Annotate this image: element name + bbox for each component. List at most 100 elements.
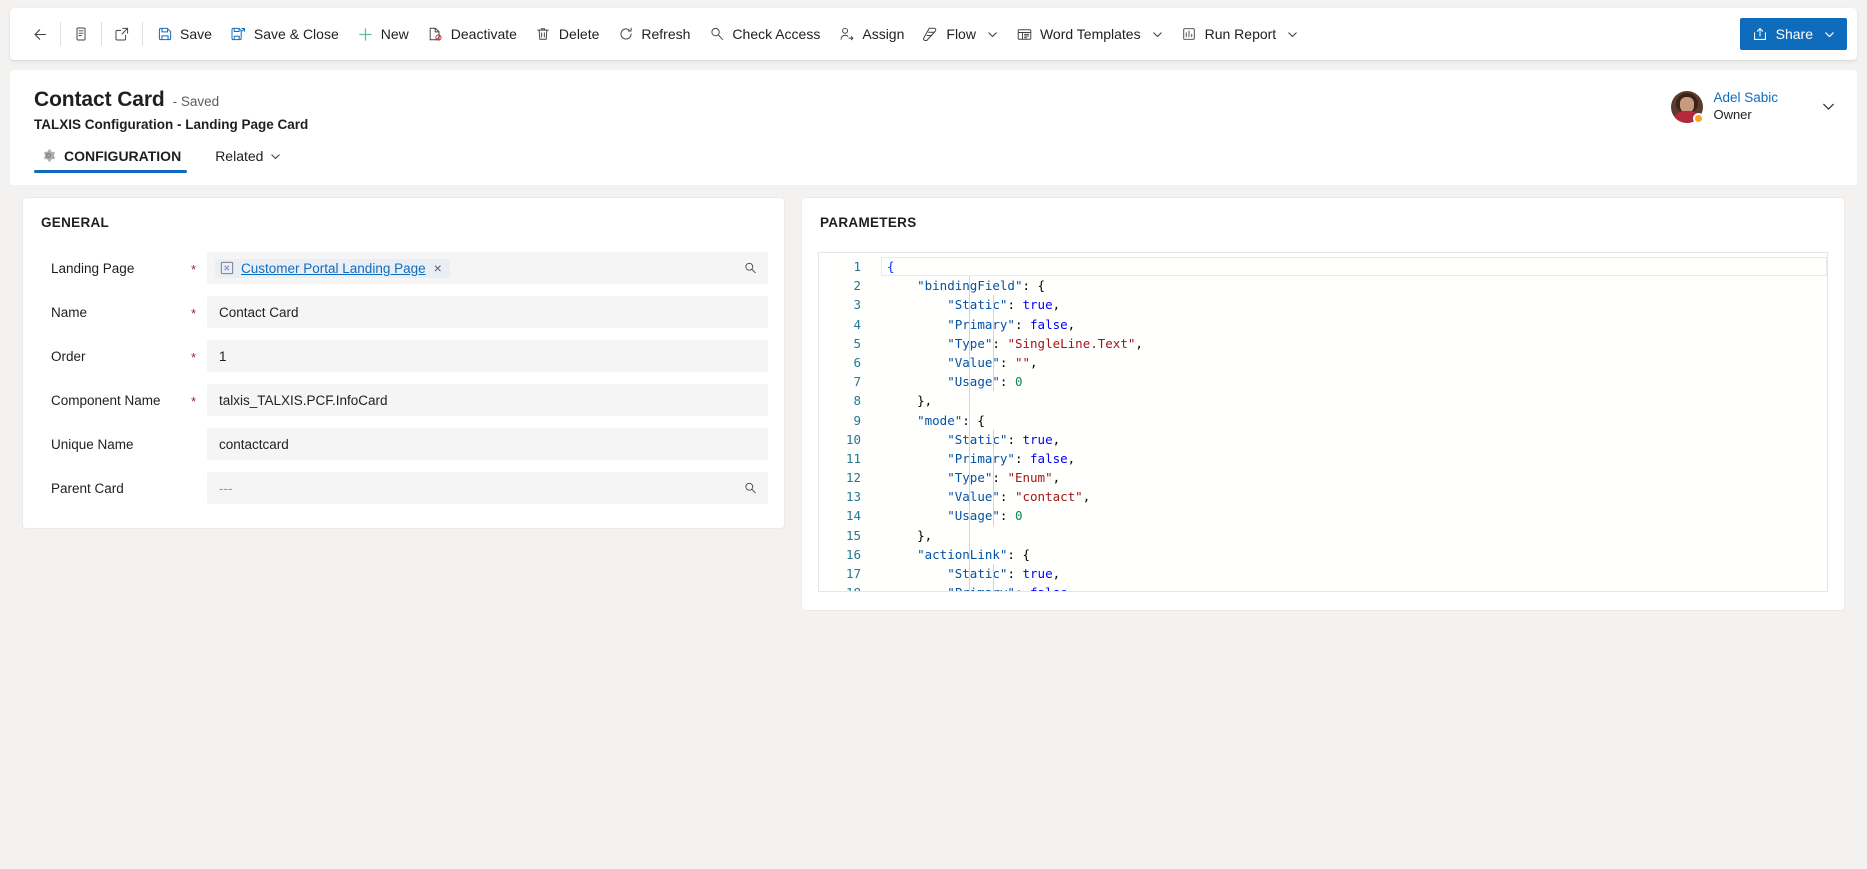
lookup-chip[interactable]: Customer Portal Landing Page × [215, 258, 450, 278]
back-button[interactable] [24, 18, 56, 50]
flow-button[interactable]: Flow [913, 16, 1007, 52]
name-input[interactable]: Contact Card [207, 296, 768, 328]
unique-name-input[interactable]: contactcard [207, 428, 768, 460]
assign-button[interactable]: Assign [829, 16, 913, 52]
save-and-close-button[interactable]: Save & Close [221, 16, 348, 52]
popout-button[interactable] [106, 18, 138, 50]
code-token: : [1007, 566, 1023, 581]
code-line[interactable]: 3 "Static": true, [819, 295, 1827, 315]
word-templates-icon [1016, 26, 1033, 43]
code-line[interactable]: 1{ [819, 257, 1827, 276]
indent-guide [993, 506, 994, 526]
deactivate-button[interactable]: Deactivate [418, 16, 526, 52]
parent-card-lookup[interactable]: --- [207, 472, 768, 504]
code-line[interactable]: 6 "Value": "", [819, 352, 1827, 373]
indent-guide [969, 487, 970, 507]
code-line[interactable]: 2 "bindingField": { [819, 276, 1827, 296]
word-templates-button[interactable]: Word Templates [1007, 16, 1172, 52]
code-text: }, [881, 525, 1827, 545]
save-button[interactable]: Save [147, 16, 221, 52]
run-report-label: Run Report [1204, 26, 1277, 42]
json-code-editor[interactable]: 1{2 "bindingField": {3 "Static": true,4 … [818, 252, 1828, 592]
indent-guide [993, 583, 994, 591]
order-input[interactable]: 1 [207, 340, 768, 372]
code-text: "Value": "contact", [881, 487, 1827, 507]
code-text: "Usage": 0 [881, 506, 1827, 526]
new-button[interactable]: New [348, 16, 418, 52]
unique-name-value: contactcard [219, 436, 289, 452]
gear-icon [40, 147, 57, 164]
remove-lookup-icon[interactable]: × [433, 261, 443, 275]
code-token: , [1082, 489, 1091, 505]
indent-guide [993, 352, 994, 373]
line-number: 17 [845, 566, 861, 581]
tab-related[interactable]: Related [209, 147, 287, 173]
field-label: Order [51, 348, 86, 364]
share-button[interactable]: Share [1739, 18, 1847, 50]
chevron-down-icon[interactable] [1822, 100, 1835, 113]
code-token: : [1014, 450, 1031, 466]
code-line[interactable]: 13 "Value": "contact", [819, 487, 1827, 507]
code-text: "Primary": false, [881, 448, 1827, 469]
code-line[interactable]: 15 }, [819, 525, 1827, 545]
code-line[interactable]: 7 "Usage": 0 [819, 372, 1827, 392]
code-line[interactable]: 14 "Usage": 0 [819, 506, 1827, 526]
code-line[interactable]: 9 "mode": { [819, 410, 1827, 430]
field-label: Landing Page [51, 260, 135, 276]
check-access-button[interactable]: Check Access [699, 16, 829, 52]
code-token: , [1052, 297, 1061, 313]
component-name-input[interactable]: talxis_TALXIS.PCF.InfoCard [207, 384, 768, 416]
presence-badge-away [1693, 112, 1705, 124]
code-line[interactable]: 5 "Type": "SingleLine.Text", [819, 333, 1827, 353]
code-token: { [977, 412, 985, 428]
code-line[interactable]: 16 "actionLink": { [819, 544, 1827, 564]
code-text: "Primary": false, [881, 314, 1827, 334]
line-number: 10 [845, 431, 861, 447]
line-number: 6 [853, 354, 861, 370]
page-title: Contact Card [34, 88, 165, 111]
code-token: : [1022, 278, 1038, 294]
search-icon[interactable] [743, 481, 758, 496]
refresh-button[interactable]: Refresh [608, 16, 699, 52]
owner-name[interactable]: Adel Sabic [1713, 90, 1778, 107]
code-token: "Value" [947, 354, 1000, 370]
code-line[interactable]: 11 "Primary": false, [819, 448, 1827, 469]
code-token: , [1135, 335, 1143, 351]
code-text: "Static": true, [881, 295, 1827, 315]
search-icon[interactable] [743, 261, 758, 276]
code-token: "Static" [947, 566, 1008, 581]
indent-guide [969, 276, 970, 296]
tab-configuration[interactable]: CONFIGURATION [34, 146, 188, 173]
code-line[interactable]: 4 "Primary": false, [819, 314, 1827, 334]
plus-icon [357, 26, 374, 43]
avatar [1671, 90, 1705, 124]
owner-text: Adel Sabic Owner [1713, 90, 1778, 123]
order-value: 1 [219, 348, 227, 364]
code-line[interactable]: 10 "Static": true, [819, 429, 1827, 449]
line-number: 1 [853, 259, 861, 274]
parameters-section-title: PARAMETERS [820, 215, 917, 230]
code-line[interactable]: 12 "Type": "Enum", [819, 468, 1827, 488]
owner-block[interactable]: Adel Sabic Owner [1671, 90, 1835, 124]
divider [60, 22, 61, 46]
code-line[interactable]: 17 "Static": true, [819, 564, 1827, 584]
code-line[interactable]: 18 "Primary": false, [819, 583, 1827, 591]
line-number: 15 [845, 527, 861, 543]
delete-button[interactable]: Delete [526, 16, 608, 52]
code-token: "Enum" [1007, 470, 1053, 486]
code-text: "Static": true, [881, 429, 1827, 449]
chevron-down-icon [270, 151, 281, 162]
run-report-button[interactable]: Run Report [1172, 16, 1308, 52]
lookup-chip-text[interactable]: Customer Portal Landing Page [241, 261, 426, 276]
form-selector-button[interactable] [65, 18, 97, 50]
code-token: "Primary" [947, 450, 1015, 466]
name-value: Contact Card [219, 304, 299, 320]
landing-page-lookup[interactable]: Customer Portal Landing Page × [207, 252, 768, 284]
code-line[interactable]: 8 }, [819, 391, 1827, 411]
code-text: "Type": "SingleLine.Text", [881, 333, 1827, 353]
